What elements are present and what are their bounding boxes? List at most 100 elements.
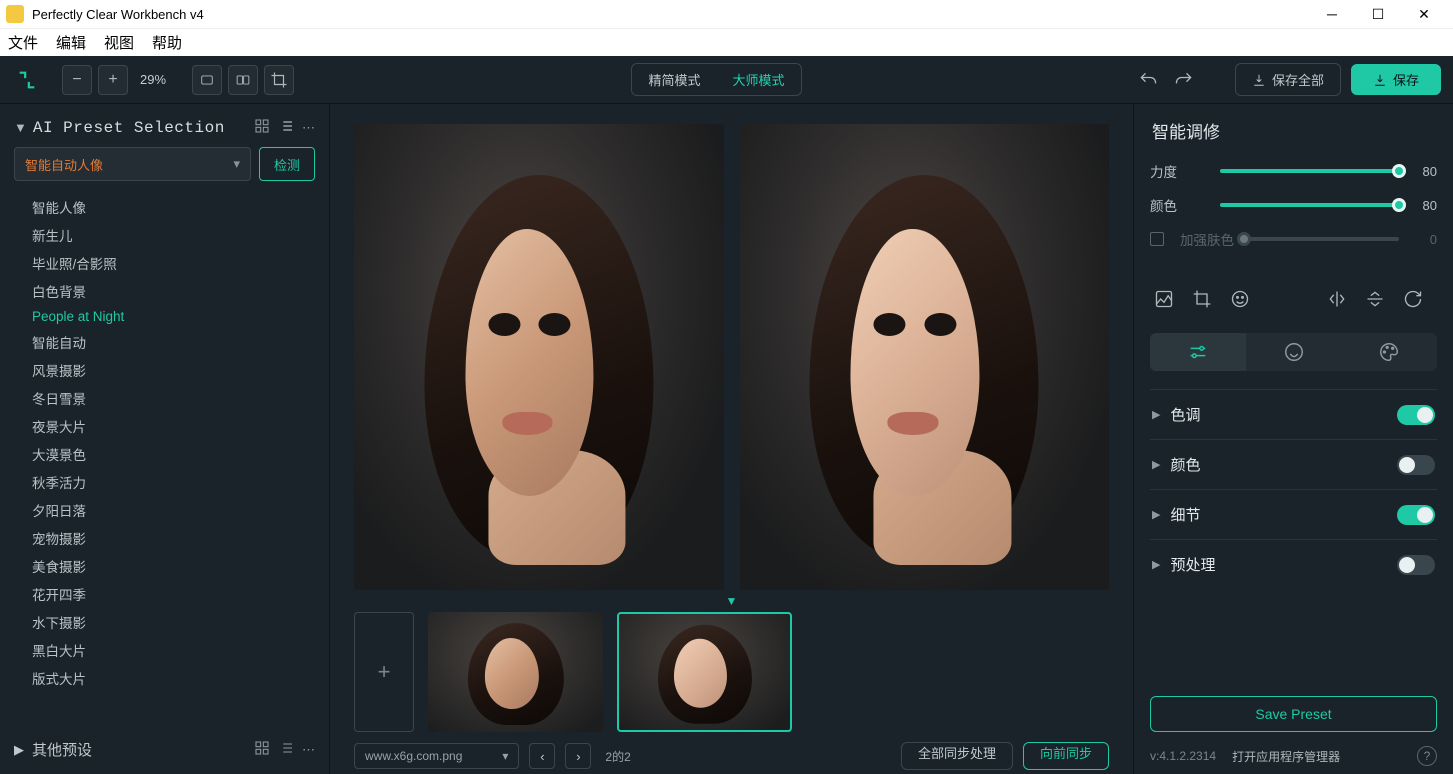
maximize-button[interactable]: ☐ [1355,0,1401,28]
sync-all-label: 全部同步处理 [918,746,996,761]
section-color-label: 颜色 [1170,454,1397,475]
menu-file[interactable]: 文件 [8,32,38,53]
preset-item[interactable]: 美食摄影 [32,552,315,580]
preset-item[interactable]: 大漠景色 [32,440,315,468]
preset-item[interactable]: 新生儿 [32,221,315,249]
preset-item[interactable]: 水下摄影 [32,608,315,636]
preset-item[interactable]: 黑白大片 [32,636,315,664]
menu-edit[interactable]: 编辑 [56,32,86,53]
grid-view-icon[interactable] [254,118,270,137]
collapse-icon[interactable]: ▼ [14,120,27,135]
tone-toggle[interactable] [1397,405,1435,425]
slider-skin[interactable]: 加强肤色 0 [1150,229,1437,249]
view-split-icon[interactable] [228,65,258,95]
list-view-icon-2[interactable] [278,740,294,759]
app-logo-icon[interactable] [12,65,42,95]
prev-button[interactable]: ‹ [529,743,555,769]
preprocess-label: 预处理 [1170,554,1397,575]
detail-toggle[interactable] [1397,505,1435,525]
section-preprocess[interactable]: ▶ 预处理 [1150,539,1437,589]
menubar: 文件 编辑 视图 帮助 [0,28,1453,56]
redo-icon[interactable] [1169,65,1199,95]
detect-label: 检测 [274,155,300,174]
save-preset-button[interactable]: Save Preset [1150,696,1437,732]
thumbnail-2[interactable] [617,612,792,732]
open-manager-link[interactable]: 打开应用程序管理器 [1232,748,1340,765]
view-single-icon[interactable] [192,65,222,95]
detect-button[interactable]: 检测 [259,147,315,181]
skin-value: 0 [1409,232,1437,247]
zoom-level: 29% [140,72,166,87]
rotate-icon[interactable] [1399,285,1427,313]
zoom-in-button[interactable]: + [98,65,128,95]
help-icon[interactable]: ? [1417,746,1437,766]
add-image-button[interactable]: + [354,612,414,732]
preset-dropdown-value: 智能自动人像 [25,155,103,174]
preset-item[interactable]: 白色背景 [32,277,315,305]
slider-color[interactable]: 颜色 80 [1150,195,1437,215]
close-button[interactable]: ✕ [1401,0,1447,28]
preset-item[interactable]: 智能人像 [32,193,315,221]
flip-v-icon[interactable] [1361,285,1389,313]
section-detail[interactable]: ▶ 细节 [1150,489,1437,539]
crop-icon[interactable] [264,65,294,95]
preset-item[interactable]: 秋季活力 [32,468,315,496]
section-tone[interactable]: ▶ 色调 [1150,389,1437,439]
mode-switch: 精简模式 大师模式 [631,63,801,96]
preset-item[interactable]: 冬日雪景 [32,384,315,412]
preset-item[interactable]: 风景摄影 [32,356,315,384]
more-icon-2[interactable]: ⋯ [302,742,315,758]
save-button[interactable]: 保存 [1351,64,1441,95]
preset-item[interactable]: 宠物摄影 [32,524,315,552]
menu-view[interactable]: 视图 [104,32,134,53]
preset-item[interactable]: 版式大片 [32,664,315,692]
preset-item[interactable]: 花开四季 [32,580,315,608]
preset-item[interactable]: People at Night [32,305,315,328]
mode-simple[interactable]: 精简模式 [632,64,716,95]
preset-dropdown[interactable]: 智能自动人像 ▾ [14,147,251,181]
current-marker-icon: ▼ [330,594,1133,608]
chevron-down-icon: ▾ [502,749,508,763]
tool-icon-row [1150,279,1437,319]
list-view-icon[interactable] [278,118,294,137]
zoom-out-button[interactable]: − [62,65,92,95]
after-image[interactable] [740,124,1110,590]
sync-all-button[interactable]: 全部同步处理 [901,742,1013,770]
menu-help[interactable]: 帮助 [152,32,182,53]
preprocess-toggle[interactable] [1397,555,1435,575]
right-footer: v:4.1.2.2314 打开应用程序管理器 ? [1150,746,1437,766]
filename-dropdown[interactable]: www.x6g.com.png ▾ [354,743,519,769]
next-button[interactable]: › [565,743,591,769]
sync-forward-button[interactable]: 向前同步 [1023,742,1109,770]
preset-item[interactable]: 夕阳日落 [32,496,315,524]
expand-icon: ▶ [1152,558,1160,571]
face-icon[interactable] [1226,285,1254,313]
color-toggle[interactable] [1397,455,1435,475]
sync-fwd-label: 向前同步 [1040,746,1092,761]
more-icon[interactable]: ⋯ [302,120,315,136]
skin-checkbox[interactable] [1150,232,1164,246]
expand-icon: ▶ [1152,408,1160,421]
preset-item[interactable]: 智能自动 [32,328,315,356]
preset-item[interactable]: 夜景大片 [32,412,315,440]
tab-palette-icon[interactable] [1341,333,1437,371]
crop-tool-icon[interactable] [1188,285,1216,313]
expand-icon[interactable]: ▶ [14,742,24,758]
thumbnail-1[interactable] [428,612,603,732]
slider-strength[interactable]: 力度 80 [1150,161,1437,181]
undo-icon[interactable] [1133,65,1163,95]
tab-portrait-icon[interactable] [1246,333,1342,371]
tab-sliders-icon[interactable] [1150,333,1246,371]
preset-item[interactable]: 毕业照/合影照 [32,249,315,277]
save-all-button[interactable]: 保存全部 [1235,63,1341,96]
mode-master[interactable]: 大师模式 [717,64,801,95]
adjustment-tabs [1150,333,1437,371]
minimize-button[interactable]: ─ [1309,0,1355,28]
before-image[interactable] [354,124,724,590]
grid-view-icon-2[interactable] [254,740,270,759]
page-indicator: 2的2 [605,748,630,765]
section-color[interactable]: ▶ 颜色 [1150,439,1437,489]
left-panel: ▼ AI Preset Selection ⋯ 智能自动人像 ▾ 检测 智能人像… [0,104,330,774]
flip-h-icon[interactable] [1323,285,1351,313]
histogram-icon[interactable] [1150,285,1178,313]
